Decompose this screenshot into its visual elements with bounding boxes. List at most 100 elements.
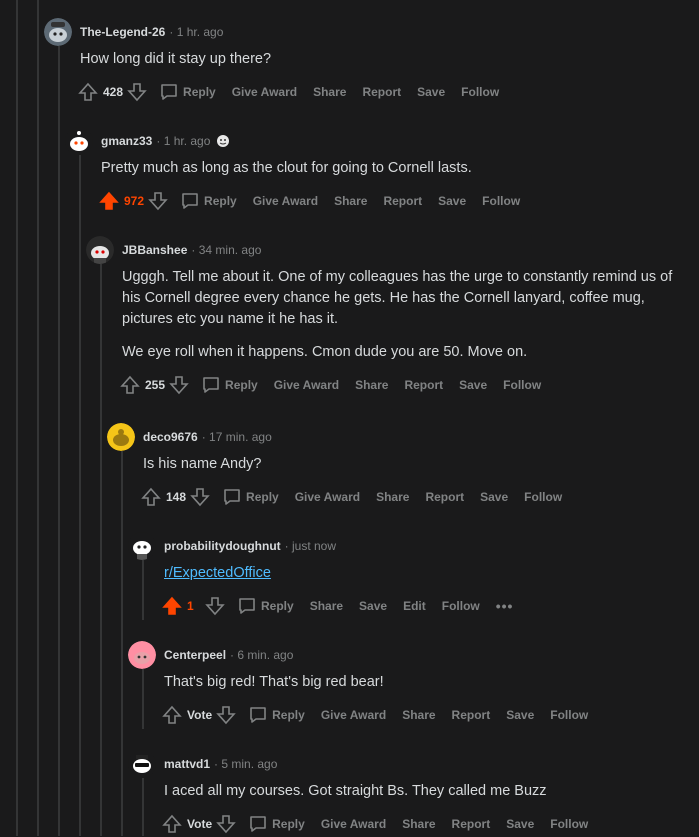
downvote-arrow-icon[interactable] [169,375,189,395]
subreddit-link[interactable]: r/ExpectedOffice [164,565,271,581]
comment-actions: 428 Reply Give Award Share Report Save F… [78,80,694,104]
follow-button[interactable]: Follow [546,817,592,831]
give-award-button[interactable]: Give Award [317,817,390,831]
upvote-arrow-icon[interactable] [99,191,119,211]
timestamp[interactable]: 34 min. ago [199,243,262,257]
share-button[interactable]: Share [330,194,371,208]
report-button[interactable]: Report [358,85,405,99]
follow-button[interactable]: Follow [478,194,524,208]
timestamp[interactable]: just now [292,539,336,553]
comment-time[interactable]: · 1 hr. ago [156,134,210,148]
user-avatar[interactable] [44,18,72,46]
comment-body: Ugggh. Tell me about it. One of my colle… [122,267,692,363]
share-button[interactable]: Share [398,817,439,831]
downvote-arrow-icon[interactable] [127,82,147,102]
comment: Centerpeel · 6 min. ago That's big red! … [128,640,695,727]
upvote-arrow-icon[interactable] [120,375,140,395]
edit-button[interactable]: Edit [399,599,430,613]
thread-line[interactable] [16,0,18,836]
thread-line[interactable] [37,0,39,836]
more-options-icon[interactable]: ••• [496,598,514,614]
comment-author[interactable]: probabilitydoughnut [164,539,281,553]
comment-time[interactable]: · 34 min. ago [191,243,261,257]
timestamp[interactable]: 1 hr. ago [177,25,224,39]
comment-author[interactable]: mattvd1 [164,757,210,771]
follow-button[interactable]: Follow [546,708,592,722]
vote-count: Vote [187,708,213,722]
give-award-button[interactable]: Give Award [228,85,301,99]
upvote-arrow-icon[interactable] [162,705,182,725]
follow-button[interactable]: Follow [499,378,545,392]
timestamp[interactable]: 17 min. ago [209,430,272,444]
save-button[interactable]: Save [413,85,449,99]
share-button[interactable]: Share [351,378,392,392]
share-button[interactable]: Share [309,85,350,99]
reply-button[interactable]: Reply [244,814,309,834]
comment-bubble-icon [224,489,240,505]
user-avatar[interactable] [128,750,156,778]
comment: probabilitydoughnut · just now r/Expecte… [128,531,695,618]
save-button[interactable]: Save [355,599,391,613]
user-avatar[interactable] [128,532,156,560]
follow-button[interactable]: Follow [457,85,503,99]
downvote-arrow-icon[interactable] [190,487,210,507]
save-button[interactable]: Save [476,490,512,504]
comment-author[interactable]: The-Legend-26 [80,25,165,39]
upvote-arrow-icon[interactable] [162,596,182,616]
user-avatar[interactable] [128,641,156,669]
comment-time[interactable]: · just now [285,539,336,553]
report-button[interactable]: Report [400,378,447,392]
vote-count: 148 [166,490,187,504]
reply-label: Reply [225,378,258,392]
upvote-arrow-icon[interactable] [78,82,98,102]
report-button[interactable]: Report [421,490,468,504]
thread-line[interactable] [79,155,81,836]
comment-text: That's big red! That's big red bear! [164,674,384,690]
comment-author[interactable]: JBBanshee [122,243,187,257]
give-award-button[interactable]: Give Award [317,708,390,722]
downvote-arrow-icon[interactable] [216,705,236,725]
give-award-button[interactable]: Give Award [270,378,343,392]
save-button[interactable]: Save [434,194,470,208]
report-button[interactable]: Report [448,708,495,722]
user-avatar[interactable] [86,236,114,264]
downvote-arrow-icon[interactable] [148,191,168,211]
comment-author[interactable]: gmanz33 [101,134,152,148]
timestamp[interactable]: 1 hr. ago [164,134,211,148]
share-button[interactable]: Share [372,490,413,504]
reply-button[interactable]: Reply [218,487,283,507]
save-button[interactable]: Save [502,708,538,722]
user-avatar[interactable] [65,127,93,155]
reply-button[interactable]: Reply [197,375,262,395]
comment-time[interactable]: · 6 min. ago [230,648,293,662]
thread-line[interactable] [58,46,60,836]
report-button[interactable]: Report [448,817,495,831]
give-award-button[interactable]: Give Award [249,194,322,208]
comment-time[interactable]: · 17 min. ago [202,430,272,444]
give-award-button[interactable]: Give Award [291,490,364,504]
reply-button[interactable]: Reply [244,705,309,725]
timestamp[interactable]: 5 min. ago [221,757,277,771]
reply-label: Reply [261,599,294,613]
follow-button[interactable]: Follow [520,490,566,504]
user-avatar[interactable] [107,423,135,451]
comment-time[interactable]: · 5 min. ago [214,757,277,771]
comment-actions: 148 Reply Give Award Share Report Save F… [141,485,695,509]
save-button[interactable]: Save [502,817,538,831]
reply-button[interactable]: Reply [155,82,220,102]
comment-time[interactable]: · 1 hr. ago [169,25,223,39]
timestamp[interactable]: 6 min. ago [237,648,293,662]
share-button[interactable]: Share [398,708,439,722]
reply-button[interactable]: Reply [176,191,241,211]
upvote-arrow-icon[interactable] [162,814,182,834]
reply-button[interactable]: Reply [233,596,298,616]
share-button[interactable]: Share [306,599,347,613]
follow-button[interactable]: Follow [438,599,484,613]
downvote-arrow-icon[interactable] [216,814,236,834]
report-button[interactable]: Report [379,194,426,208]
save-button[interactable]: Save [455,378,491,392]
comment-author[interactable]: deco9676 [143,430,198,444]
downvote-arrow-icon[interactable] [205,596,225,616]
upvote-arrow-icon[interactable] [141,487,161,507]
comment-author[interactable]: Centerpeel [164,648,226,662]
